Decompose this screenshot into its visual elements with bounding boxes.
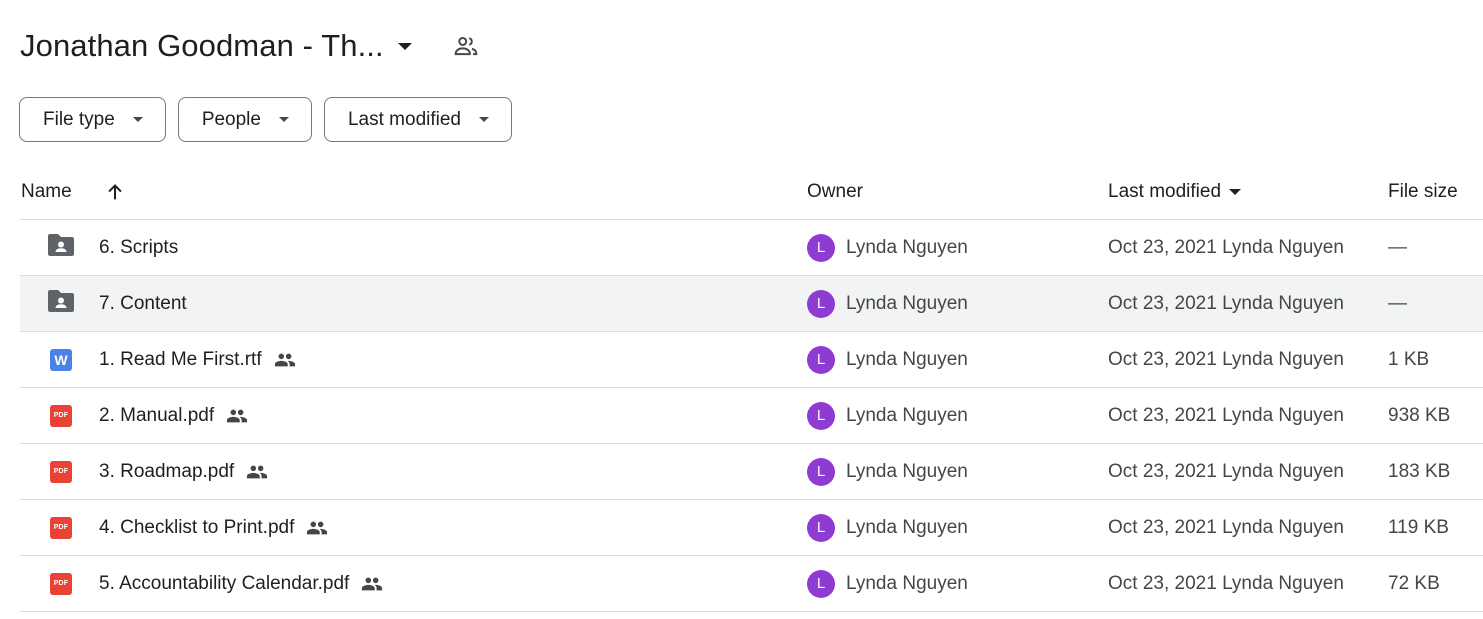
last-modified-cell: Oct 23, 2021 Lynda Nguyen bbox=[1108, 404, 1344, 426]
avatar[interactable]: L bbox=[807, 569, 835, 598]
file-size-cell: 938 KB bbox=[1388, 404, 1451, 426]
last-modified-cell: Oct 23, 2021 Lynda Nguyen bbox=[1108, 572, 1344, 594]
file-size-cell: 1 KB bbox=[1388, 348, 1430, 370]
avatar[interactable]: L bbox=[807, 345, 835, 374]
owner-name: Lynda Nguyen bbox=[846, 292, 968, 314]
owner-cell: L Lynda Nguyen bbox=[807, 388, 968, 443]
people-filter[interactable]: People bbox=[177, 97, 312, 142]
file-name-cell: 5. Accountability Calendar.pdf bbox=[99, 556, 383, 611]
chevron-down-icon bbox=[132, 117, 143, 122]
file-row[interactable]: PDF 4. Checklist to Print.pdf L Lynda Ng… bbox=[20, 500, 1483, 556]
file-icon-cell: PDF bbox=[46, 444, 76, 499]
file-name-cell: 7. Content bbox=[99, 276, 187, 331]
sort-caret-down-icon bbox=[1229, 188, 1242, 195]
file-name-cell: 3. Roadmap.pdf bbox=[99, 444, 268, 499]
file-row[interactable]: PDF 5. Accountability Calendar.pdf L Lyn… bbox=[20, 556, 1483, 612]
owner-name: Lynda Nguyen bbox=[846, 460, 968, 482]
shared-people-icon bbox=[226, 405, 248, 427]
shared-people-icon bbox=[306, 517, 328, 539]
avatar[interactable]: L bbox=[807, 457, 835, 486]
column-header-last-modified-label: Last modified bbox=[1108, 180, 1222, 202]
avatar[interactable]: L bbox=[807, 401, 835, 430]
owner-cell: L Lynda Nguyen bbox=[807, 500, 968, 555]
pdf-icon: PDF bbox=[50, 460, 72, 483]
file-name: 6. Scripts bbox=[99, 236, 179, 258]
file-name: 3. Roadmap.pdf bbox=[99, 460, 235, 482]
avatar[interactable]: L bbox=[807, 513, 835, 542]
people-outline-icon[interactable] bbox=[452, 32, 480, 60]
file-icon-cell: PDF bbox=[46, 500, 76, 555]
last-modified-cell: Oct 23, 2021 Lynda Nguyen bbox=[1108, 292, 1344, 314]
column-header-last-modified[interactable]: Last modified bbox=[1108, 164, 1242, 219]
shared-people-icon bbox=[246, 461, 268, 483]
pdf-icon: PDF bbox=[50, 516, 72, 539]
column-header-owner[interactable]: Owner bbox=[807, 164, 863, 219]
owner-cell: L Lynda Nguyen bbox=[807, 276, 968, 331]
file-name: 5. Accountability Calendar.pdf bbox=[99, 572, 350, 594]
last-modified-cell: Oct 23, 2021 Lynda Nguyen bbox=[1108, 236, 1344, 258]
folder-title[interactable]: Jonathan Goodman - Th... bbox=[20, 28, 384, 64]
file-name-cell: 4. Checklist to Print.pdf bbox=[99, 500, 328, 555]
file-row[interactable]: PDF 2. Manual.pdf L Lynda Nguyen Oct 23,… bbox=[20, 388, 1483, 444]
shared-people-icon bbox=[361, 573, 383, 595]
chevron-down-icon bbox=[278, 117, 289, 122]
file-icon-cell: PDF bbox=[46, 556, 76, 611]
owner-cell: L Lynda Nguyen bbox=[807, 220, 968, 275]
file-size-cell: 183 KB bbox=[1388, 460, 1451, 482]
file-icon-cell bbox=[46, 276, 76, 331]
last-modified-filter-label: Last modified bbox=[347, 108, 461, 130]
owner-cell: L Lynda Nguyen bbox=[807, 332, 968, 387]
file-row[interactable]: 7. Content L Lynda Nguyen Oct 23, 2021 L… bbox=[20, 276, 1483, 332]
people-filter-label: People bbox=[201, 108, 261, 130]
last-modified-cell: Oct 23, 2021 Lynda Nguyen bbox=[1108, 348, 1344, 370]
file-icon-cell: PDF bbox=[46, 388, 76, 443]
file-name: 1. Read Me First.rtf bbox=[99, 348, 262, 370]
word-doc-icon: W bbox=[50, 348, 72, 371]
file-name: 2. Manual.pdf bbox=[99, 404, 215, 426]
owner-name: Lynda Nguyen bbox=[846, 348, 968, 370]
file-size-cell: — bbox=[1388, 236, 1407, 258]
last-modified-filter[interactable]: Last modified bbox=[323, 97, 512, 142]
file-name-cell: 6. Scripts bbox=[99, 220, 178, 275]
file-icon-cell: W bbox=[46, 332, 76, 387]
avatar[interactable]: L bbox=[807, 233, 835, 262]
owner-cell: L Lynda Nguyen bbox=[807, 556, 968, 611]
chevron-down-icon bbox=[479, 117, 489, 122]
last-modified-cell: Oct 23, 2021 Lynda Nguyen bbox=[1108, 460, 1344, 482]
chevron-down-icon[interactable] bbox=[397, 42, 412, 50]
file-name: 7. Content bbox=[99, 292, 187, 314]
sort-arrow-up-icon[interactable] bbox=[104, 164, 126, 219]
file-name: 4. Checklist to Print.pdf bbox=[99, 516, 295, 538]
shared-folder-icon bbox=[46, 232, 76, 264]
owner-name: Lynda Nguyen bbox=[846, 516, 968, 538]
pdf-icon: PDF bbox=[50, 572, 72, 595]
file-list: 6. Scripts L Lynda Nguyen Oct 23, 2021 L… bbox=[20, 220, 1483, 612]
shared-folder-icon bbox=[46, 288, 76, 320]
file-size-cell: — bbox=[1388, 292, 1407, 314]
owner-name: Lynda Nguyen bbox=[846, 404, 968, 426]
file-row[interactable]: 6. Scripts L Lynda Nguyen Oct 23, 2021 L… bbox=[20, 220, 1483, 276]
column-header-name[interactable]: Name bbox=[21, 164, 72, 219]
file-name-cell: 1. Read Me First.rtf bbox=[99, 332, 296, 387]
folder-title-bar: Jonathan Goodman - Th... bbox=[20, 22, 480, 70]
file-size-cell: 72 KB bbox=[1388, 572, 1440, 594]
file-row[interactable]: PDF 3. Roadmap.pdf L Lynda Nguyen Oct 23… bbox=[20, 444, 1483, 500]
last-modified-cell: Oct 23, 2021 Lynda Nguyen bbox=[1108, 516, 1344, 538]
file-icon-cell bbox=[46, 220, 76, 275]
owner-name: Lynda Nguyen bbox=[846, 572, 968, 594]
avatar[interactable]: L bbox=[807, 289, 835, 318]
shared-people-icon bbox=[274, 349, 296, 371]
column-header-file-size[interactable]: File size bbox=[1388, 164, 1458, 219]
owner-cell: L Lynda Nguyen bbox=[807, 444, 968, 499]
file-type-filter-label: File type bbox=[43, 108, 115, 130]
file-row[interactable]: W 1. Read Me First.rtf L Lynda Nguyen Oc… bbox=[20, 332, 1483, 388]
file-size-cell: 119 KB bbox=[1388, 516, 1449, 538]
owner-name: Lynda Nguyen bbox=[846, 236, 968, 258]
file-type-filter[interactable]: File type bbox=[19, 97, 166, 142]
filter-bar: File type People Last modified bbox=[19, 97, 512, 142]
table-header: Name Owner Last modified File size bbox=[20, 164, 1483, 220]
pdf-icon: PDF bbox=[50, 404, 72, 427]
file-name-cell: 2. Manual.pdf bbox=[99, 388, 248, 443]
